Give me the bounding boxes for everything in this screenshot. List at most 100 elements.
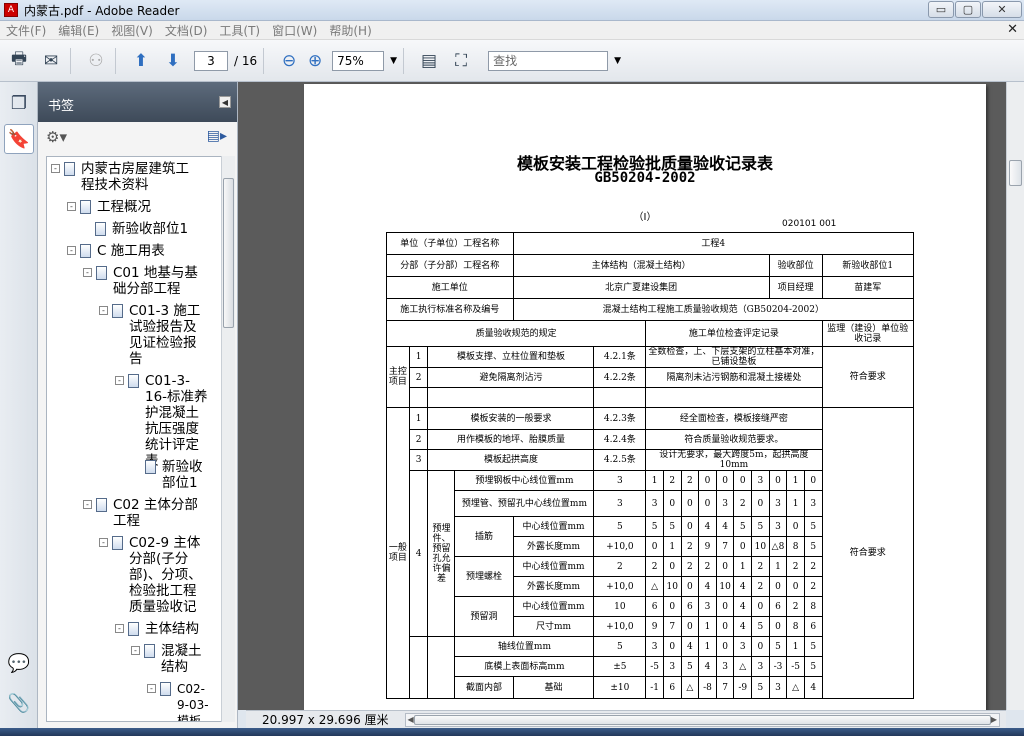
table-cell: 预埋件、预留孔允许偏差 [427, 470, 456, 637]
table-cell: 7 [662, 616, 682, 637]
menu-document[interactable]: 文档(D) [159, 22, 214, 39]
close-button[interactable]: ✕ [982, 1, 1022, 18]
fit-page-icon[interactable]: ▤ [416, 48, 442, 74]
title-bar: A 内蒙古.pdf - Adobe Reader ▭ ▢ ✕ [0, 0, 1024, 21]
table-cell: 5 [803, 656, 823, 677]
collapse-panel-icon[interactable]: ◀ [219, 96, 231, 108]
table-cell: 轴线位置mm [454, 636, 595, 657]
bookmark-item[interactable]: - C02-9-03-模板 [147, 681, 217, 721]
bookmark-page-icon [145, 460, 156, 474]
table-cell: 0 [786, 516, 805, 537]
restore-button[interactable]: ▢ [955, 1, 981, 18]
table-cell: -9 [733, 676, 753, 699]
table-cell: △ [733, 656, 753, 677]
email-icon[interactable]: ✉ [38, 48, 64, 74]
collaborate-icon[interactable]: ⚇ [83, 48, 109, 74]
menu-help[interactable]: 帮助(H) [323, 22, 377, 39]
table-cell: -5 [645, 656, 664, 677]
table-cell: 2 [680, 470, 700, 491]
navigation-pane-strip: ❐ 🔖 💬 📎 [0, 82, 38, 736]
table-cell: +10,0 [593, 536, 647, 557]
search-dropdown-icon[interactable]: ▼ [614, 56, 621, 66]
bookmark-item[interactable]: - C01-3-16-标准养护混凝土抗压强度统计评定表 [115, 373, 217, 469]
bookmark-page-icon [96, 266, 107, 280]
next-page-icon[interactable]: ⬇ [160, 48, 186, 74]
close-document-icon[interactable]: ✕ [1007, 22, 1018, 37]
document-scroll-thumb[interactable] [1009, 160, 1022, 186]
adobe-reader-icon: A [4, 3, 18, 17]
horizontal-scroll-thumb[interactable] [413, 714, 991, 725]
table-cell: 一般项目 [386, 407, 410, 699]
table-cell: 6 [803, 616, 823, 637]
bookmark-item[interactable]: - C01 地基与基础分部工程 [83, 265, 217, 297]
minimize-button[interactable]: ▭ [928, 1, 954, 18]
table-cell: 0 [751, 596, 770, 617]
table-cell: 1 [733, 556, 753, 577]
document-view: 模板安装工程检验批质量验收记录表 GB50204-2002 （Ⅰ） 020101… [238, 82, 1006, 710]
menu-edit[interactable]: 编辑(E) [52, 22, 105, 39]
menu-window[interactable]: 窗口(W) [266, 22, 323, 39]
previous-page-icon[interactable]: ⬆ [128, 48, 154, 74]
scroll-right-icon[interactable]: ▶ [991, 714, 997, 726]
table-cell: 施工单位 [386, 276, 514, 299]
page-total: / 16 [234, 53, 258, 68]
status-bar: 20.997 x 29.696 厘米 ◀ ▶ [246, 710, 1006, 728]
table-cell: △8 [768, 536, 788, 557]
table-cell: 预埋螺栓 [454, 556, 514, 597]
table-cell: 1 [698, 616, 717, 637]
bookmark-item[interactable]: - 混凝土结构 [131, 643, 217, 675]
table-cell: 监理（建设）单位验收记录 [821, 320, 915, 347]
table-cell: 7 [715, 676, 735, 699]
comments-icon[interactable]: 💬 [4, 648, 34, 678]
bookmark-item[interactable]: - C01-3 施工试验报告及见证检验报告 [99, 303, 217, 367]
bookmark-item[interactable]: - C02 主体分部工程 [83, 497, 217, 529]
table-cell: 5 [733, 516, 753, 537]
table-cell: 施工执行标准名称及编号 [386, 298, 514, 321]
table-cell: ±10 [593, 676, 647, 699]
menu-file[interactable]: 文件(F) [0, 22, 52, 39]
table-cell: 混凝土结构工程施工质量验收规范（GB50204-2002） [512, 298, 915, 321]
table-cell: 0 [698, 490, 717, 517]
full-screen-icon[interactable]: ⛶ [448, 48, 474, 74]
bookmark-item[interactable]: - C 施工用表 [67, 243, 165, 259]
menu-view[interactable]: 视图(V) [105, 22, 159, 39]
zoom-out-icon[interactable]: ⊖ [276, 48, 302, 74]
zoom-in-icon[interactable]: ⊕ [302, 48, 328, 74]
table-cell: 插筋 [454, 516, 514, 557]
table-cell: 用作模板的地坪、胎膜质量 [427, 429, 595, 450]
table-cell: 中心线位置mm [512, 596, 595, 617]
table-cell: 隔离剂未沾污钢筋和混凝土接槎处 [645, 367, 823, 388]
bookmarks-scroll-thumb[interactable] [223, 178, 234, 328]
table-cell: 1 [768, 556, 788, 577]
table-cell: 中心线位置mm [512, 556, 595, 577]
options-gear-icon[interactable]: ⚙▾ [46, 128, 67, 146]
table-cell: 1 [786, 636, 805, 657]
bookmark-item[interactable]: 新验收部位1 [145, 459, 217, 491]
table-cell: 4 [408, 470, 429, 637]
bookmark-item[interactable]: 新验收部位1 [95, 221, 188, 237]
document-horizontal-scrollbar[interactable]: ◀ ▶ [404, 712, 1000, 727]
search-input[interactable]: 查找 [488, 50, 609, 71]
zoom-select[interactable]: 75% [332, 50, 385, 71]
bookmark-item[interactable]: - 主体结构 [115, 621, 199, 637]
zoom-dropdown-icon[interactable]: ▼ [390, 56, 397, 66]
attachments-icon[interactable]: 📎 [4, 688, 34, 718]
document-vertical-scrollbar[interactable] [1006, 82, 1024, 710]
bookmark-item[interactable]: - 工程概况 [67, 199, 151, 215]
print-icon[interactable]: 🖶 [6, 48, 32, 74]
pages-icon[interactable]: ❐ [4, 88, 34, 118]
page-number-input[interactable]: 3 [194, 50, 228, 71]
table-cell: 2 [733, 490, 753, 517]
table-cell: 0 [733, 470, 753, 491]
bookmarks-scrollbar[interactable] [221, 156, 235, 722]
table-cell: 0 [768, 470, 788, 491]
table-cell: 3 [593, 470, 647, 491]
bookmark-item[interactable]: - 内蒙古房屋建筑工程技术资料 [51, 161, 217, 193]
table-cell: 预留洞 [454, 596, 514, 637]
scroll-left-icon[interactable]: ◀ [408, 714, 414, 726]
table-cell: 3 [768, 676, 788, 699]
bookmarks-icon[interactable]: 🔖 [4, 124, 34, 154]
expand-bookmark-icon[interactable]: ▤▸ [207, 128, 227, 144]
menu-tools[interactable]: 工具(T) [213, 22, 266, 39]
bookmark-item[interactable]: - C02-9 主体分部(子分部)、分项、检验批工程质量验收记 [99, 535, 217, 615]
